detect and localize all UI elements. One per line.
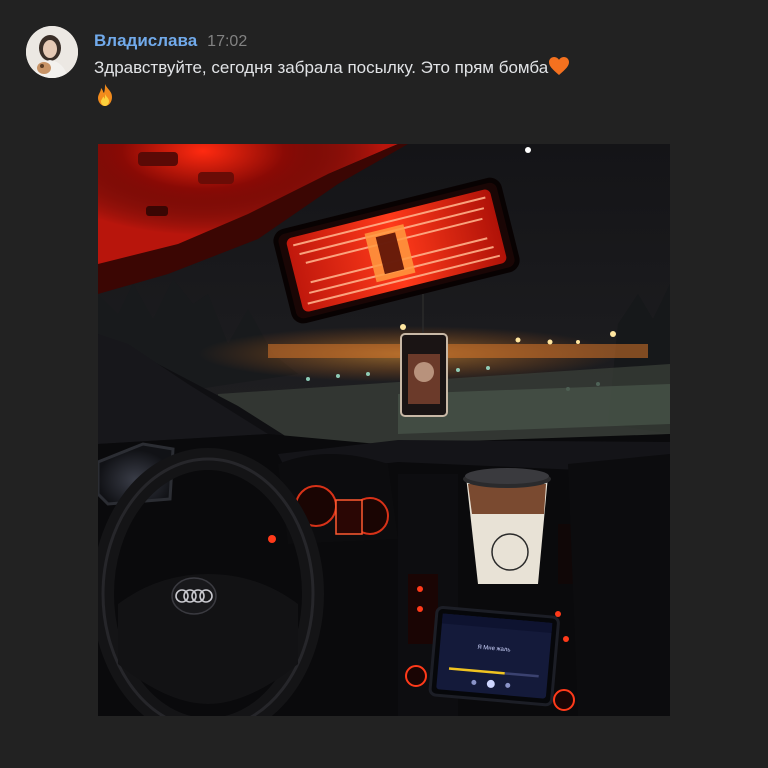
avatar-image	[26, 26, 78, 78]
avatar[interactable]	[26, 26, 78, 78]
attached-photo[interactable]: Я Мне жаль	[98, 144, 670, 716]
message-header: Владислава 17:02	[94, 31, 247, 51]
message-text-content: Здравствуйте, сегодня забрала посылку. Э…	[94, 58, 549, 77]
chat-message: Владислава 17:02 Здравствуйте, сегодня з…	[0, 0, 768, 768]
message-time[interactable]: 17:02	[207, 33, 247, 51]
orange-heart-icon	[548, 56, 570, 83]
author-name[interactable]: Владислава	[94, 31, 197, 51]
fire-icon	[94, 83, 116, 114]
message-text: Здравствуйте, сегодня забрала посылку. Э…	[94, 56, 694, 114]
car-interior-night-photo: Я Мне жаль	[98, 144, 670, 716]
